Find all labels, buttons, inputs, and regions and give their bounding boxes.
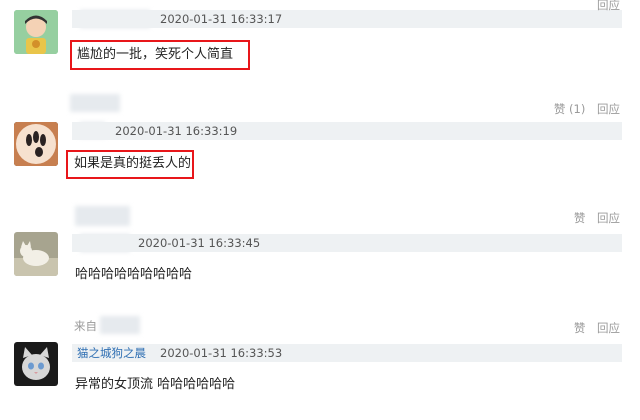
comment-item: 2020-01-31 16:33:17 回应 尴尬的一批，笑死个人简直	[0, 0, 640, 90]
comment-meta-bar	[72, 10, 622, 28]
comment-actions: 赞 (1) 回应	[546, 101, 620, 117]
like-button[interactable]: 赞 (1)	[554, 102, 585, 116]
comment-text: 如果是真的挺丢人的	[74, 156, 192, 171]
like-button[interactable]: 赞	[574, 211, 586, 225]
comment-item: 赞 回应 2020-01-31 16:33:45 哈哈哈哈哈哈哈哈哈	[0, 200, 640, 310]
comment-text: 尴尬的一批，笑死个人简直	[77, 47, 234, 62]
username-link[interactable]: 猫之城狗之晨	[77, 344, 146, 362]
comment-timestamp: 2020-01-31 16:33:17	[160, 12, 283, 26]
reply-button[interactable]: 回应	[597, 211, 620, 225]
reply-button[interactable]: 回应	[597, 321, 620, 335]
blurred-header	[70, 94, 120, 112]
avatar[interactable]	[14, 342, 58, 386]
reply-button[interactable]: 回应	[597, 102, 620, 116]
reply-button[interactable]: 回应	[597, 0, 620, 12]
comment-timestamp: 2020-01-31 16:33:19	[115, 124, 238, 138]
comment-timestamp: 2020-01-31 16:33:45	[138, 236, 261, 250]
avatar[interactable]	[14, 122, 58, 166]
avatar[interactable]	[14, 232, 58, 276]
comment-actions: 回应	[589, 0, 620, 13]
like-button[interactable]: 赞	[574, 321, 586, 335]
comment-actions: 赞 回应	[566, 210, 620, 226]
blurred-source	[100, 316, 140, 334]
comment-item: 来自 赞 回应 猫之城狗之晨 2020-01-31 16:33:53 异常的女顶…	[0, 310, 640, 420]
comment-text: 哈哈哈哈哈哈哈哈哈	[75, 267, 193, 282]
comment-item: 赞 (1) 回应 2020-01-31 16:33:19 如果是真的挺丢人的	[0, 90, 640, 200]
comment-timestamp: 2020-01-31 16:33:53	[160, 346, 283, 360]
comment-meta-bar	[72, 344, 622, 362]
comment-text: 异常的女顶流 哈哈哈哈哈哈	[75, 377, 236, 392]
avatar[interactable]	[14, 10, 58, 54]
comment-actions: 赞 回应	[566, 320, 620, 336]
source-label: 来自	[74, 319, 97, 333]
blurred-header	[75, 206, 130, 226]
